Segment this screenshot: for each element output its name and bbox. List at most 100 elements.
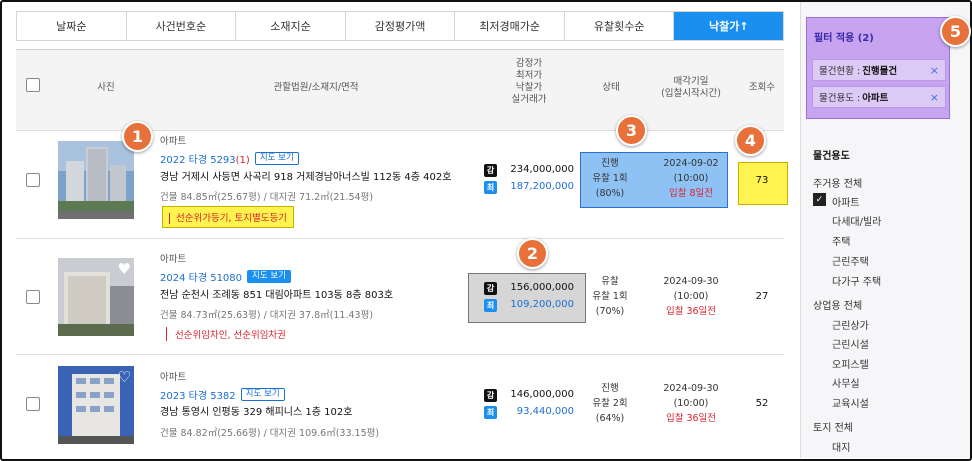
usage-mixed-house[interactable]: 근린주택	[832, 253, 869, 268]
filter-chip-value: 진행물건	[862, 66, 898, 77]
minimum-price: 109,200,000	[510, 299, 574, 310]
header-price-appraised: 감정가	[515, 58, 543, 69]
sort-tab-location[interactable]: 소재지순	[236, 12, 346, 40]
view-count: 27	[755, 291, 769, 302]
filter-chip-value: 아파트	[862, 93, 889, 104]
appraised-chip: 감	[484, 282, 497, 295]
header-court: 관할법원/소재지/면적	[273, 82, 359, 93]
appraised-price: 156,000,000	[510, 282, 574, 293]
property-address[interactable]: 전남 순천시 조례동 851 대림아파트 103동 8층 803호	[160, 286, 393, 301]
header-status: 상태	[602, 82, 620, 93]
callout-4: 4	[735, 125, 766, 156]
check-icon[interactable]: ✓	[813, 193, 826, 206]
usage-facility[interactable]: 근린시설	[832, 336, 869, 351]
usage-apartment[interactable]: 아파트	[832, 194, 860, 209]
map-view-button[interactable]: 지도 보기	[247, 270, 292, 283]
usage-multi-house[interactable]: 다가구 주택	[832, 273, 881, 288]
heart-icon[interactable]: ♥	[118, 260, 131, 278]
case-suffix: (1)	[235, 155, 250, 166]
close-icon[interactable]: ×	[930, 64, 939, 77]
minimum-chip: 최	[484, 406, 497, 419]
map-view-button[interactable]: 지도 보기	[254, 152, 299, 165]
header-sale-date-line1: 매각기일	[673, 76, 709, 87]
property-photo[interactable]	[58, 141, 134, 219]
sale-dday: 입찰 36일전	[665, 306, 717, 317]
header-sale-date-line2: (입찰시작시간)	[661, 88, 721, 99]
map-view-button[interactable]: 지도 보기	[240, 388, 285, 401]
callout-2: 2	[517, 238, 548, 269]
commercial-all[interactable]: 상업용 전체	[813, 297, 862, 312]
usage-shop[interactable]: 근린상가	[832, 317, 869, 332]
status-percent: (70%)	[595, 306, 625, 317]
property-photo[interactable]: ♡	[58, 366, 134, 444]
property-area: 건물 84.73㎡(25.63평) / 대지권 37.8㎡(11.43평)	[160, 310, 374, 321]
usage-section-title: 물건용도	[813, 151, 850, 162]
status-text: 유찰	[601, 276, 619, 287]
property-type: 아파트	[160, 254, 187, 265]
sale-date-cell: 2024-09-02 (10:00) 입찰 8일전	[646, 156, 736, 201]
callout-1: 1	[122, 121, 153, 152]
status-fail-count: 유찰 1회	[592, 173, 628, 184]
sale-time: (10:00)	[673, 173, 709, 184]
case-number-link[interactable]: 2024 타경 51080	[160, 269, 242, 284]
filter-chip-label: 물건용도 :	[819, 93, 861, 104]
header-price-actual: 실거래가	[511, 94, 547, 105]
callout-3: 3	[616, 115, 647, 146]
header-views: 조회수	[748, 82, 776, 93]
header-price: 감정가 최저가 낙찰가 실거래가	[504, 58, 554, 106]
sort-tab-appraisal[interactable]: 감정평가액	[345, 12, 456, 40]
row-checkbox[interactable]	[26, 290, 40, 304]
usage-office[interactable]: 사무실	[832, 375, 860, 390]
sale-dday: 입찰 8일전	[668, 188, 714, 199]
sort-tab-case-no[interactable]: 사건번호순	[126, 12, 237, 40]
sort-tab-date[interactable]: 날짜순	[17, 12, 127, 40]
minimum-price: 93,440,000	[516, 406, 574, 417]
header-price-winning: 낙찰가	[515, 82, 543, 93]
case-number-link[interactable]: 2023 타경 5382	[160, 387, 236, 402]
table-header: 사진 관할법원/소재지/면적 감정가 최저가 낙찰가 실거래가 상태 매각기일 …	[16, 49, 784, 131]
residential-all[interactable]: 주거용 전체	[813, 175, 862, 190]
sort-tabs: 날짜순 사건번호순 소재지순 감정평가액 최저경매가순 유찰횟수순 낙찰가↑	[16, 11, 784, 41]
row-checkbox[interactable]	[26, 397, 40, 411]
usage-villa[interactable]: 다세대/빌라	[832, 213, 881, 228]
case-number-line: 2023 타경 5382 지도 보기	[160, 387, 285, 402]
heart-icon[interactable]: ♡	[118, 368, 131, 386]
status-percent: (80%)	[595, 188, 625, 199]
sale-time: (10:00)	[673, 398, 709, 409]
sale-date: 2024-09-02	[663, 158, 719, 169]
usage-house[interactable]: 주택	[832, 233, 850, 248]
usage-lot[interactable]: 대지	[832, 439, 850, 454]
filter-chip-label: 물건현황 :	[819, 66, 861, 77]
sale-date: 2024-09-30	[663, 276, 719, 287]
property-photo[interactable]: ♥	[58, 258, 134, 336]
land-all[interactable]: 토지 전체	[813, 419, 853, 434]
auction-list: 날짜순 사건번호순 소재지순 감정평가액 최저경매가순 유찰횟수순 낙찰가↑ 사…	[16, 11, 784, 131]
filter-chip-usage[interactable]: 물건용도 : 아파트 ×	[812, 86, 946, 108]
sort-tab-winning-bid[interactable]: 낙찰가↑	[674, 12, 784, 40]
price-highlight	[468, 273, 586, 323]
sort-tab-fail-count[interactable]: 유찰횟수순	[564, 12, 675, 40]
sort-tab-minimum-price[interactable]: 최저경매가순	[455, 12, 565, 40]
property-address[interactable]: 경남 거제시 사등면 사곡리 918 거제경남아너스빌 112동 4층 402호	[160, 168, 451, 183]
usage-education[interactable]: 교육시설	[832, 395, 869, 410]
view-count: 73	[755, 175, 769, 186]
usage-officetel[interactable]: 오피스텔	[832, 356, 869, 371]
sale-dday: 입찰 36일전	[665, 413, 717, 424]
status-cell: 진행 유찰 2회 (64%)	[580, 381, 640, 426]
minimum-chip: 최	[484, 181, 497, 194]
appraised-chip: 감	[484, 164, 497, 177]
property-address[interactable]: 경남 통영시 인평동 329 해피니스 1층 102호	[160, 403, 352, 418]
callout-5: 5	[940, 16, 971, 47]
appraised-price: 146,000,000	[510, 389, 574, 400]
case-number-line: 2024 타경 51080 지도 보기	[160, 269, 292, 284]
appraised-price: 234,000,000	[510, 164, 574, 175]
status-percent: (64%)	[595, 413, 625, 424]
sale-date-cell: 2024-09-30 (10:00) 입찰 36일전	[646, 274, 736, 319]
row-checkbox[interactable]	[26, 173, 40, 187]
select-all-checkbox[interactable]	[26, 78, 40, 92]
filter-chip-status[interactable]: 물건현황 : 진행물건 ×	[812, 59, 946, 81]
case-number-link[interactable]: 2022 타경 5293(1)	[160, 151, 250, 166]
close-icon[interactable]: ×	[930, 91, 939, 104]
minimum-chip: 최	[484, 299, 497, 312]
sale-time: (10:00)	[673, 291, 709, 302]
